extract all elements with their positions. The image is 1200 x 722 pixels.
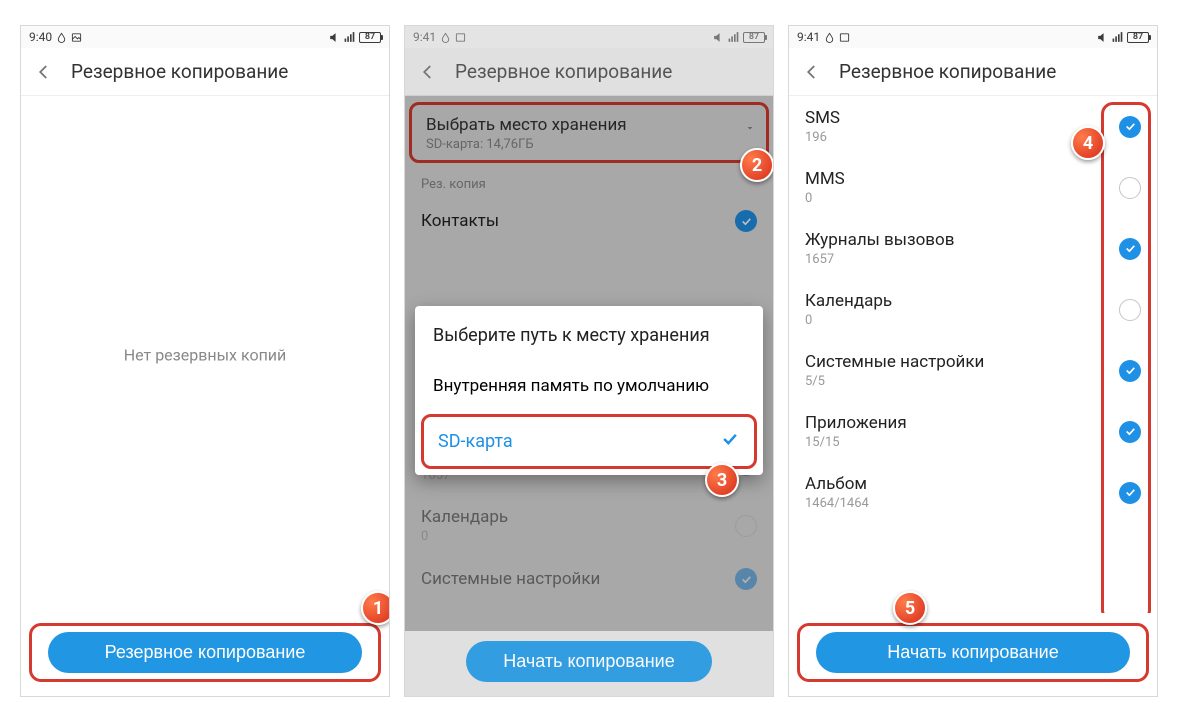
list-item[interactable]: Календарь 0 — [789, 279, 1157, 340]
picture-icon — [839, 32, 850, 43]
back-icon[interactable] — [35, 63, 53, 81]
backup-items-list: SMS 196 MMS 0 Журналы вызовов 1657 Календарь 0 С… — [789, 96, 1157, 613]
list-item[interactable]: MMS 0 — [789, 157, 1157, 218]
item-count: 1464/1464 — [805, 496, 869, 511]
signal-icon — [1111, 31, 1125, 44]
checkbox-on-icon[interactable] — [1119, 482, 1141, 504]
picture-icon — [71, 32, 82, 43]
phone-screen-3: 9:41 87 Резервное копирование 4 SMS 196 MM… — [788, 25, 1158, 697]
checkbox-off-icon[interactable] — [1119, 177, 1141, 199]
status-bar: 9:41 87 — [789, 26, 1157, 48]
back-icon[interactable] — [803, 63, 821, 81]
list-item[interactable]: Альбом 1464/1464 — [789, 462, 1157, 523]
item-count: 1657 — [805, 252, 954, 267]
page-title: Резервное копирование — [455, 60, 672, 83]
checkbox-on-icon[interactable] — [1119, 421, 1141, 443]
highlight-box: Начать копирование — [797, 623, 1149, 682]
item-label: Альбом — [805, 474, 869, 494]
phone-screen-1: 9:40 87 Резервное копирование Нет резерв… — [20, 25, 390, 697]
status-time: 9:41 — [797, 30, 820, 44]
page-title: Резервное копирование — [839, 60, 1056, 83]
step-badge-2: 2 — [740, 148, 773, 182]
storage-dialog: Выберите путь к месту хранения Внутрення… — [415, 306, 763, 475]
item-label: Журналы вызовов — [805, 230, 954, 250]
list-item[interactable]: Приложения 15/15 — [789, 401, 1157, 462]
battery-icon: 87 — [1127, 32, 1149, 43]
empty-state-text: Нет резервных копий — [124, 345, 287, 364]
volume-icon — [712, 31, 725, 44]
step-badge-1: 1 — [361, 591, 390, 625]
back-icon[interactable] — [419, 63, 437, 81]
list-item[interactable]: Системные настройки 5/5 — [789, 340, 1157, 401]
item-count: 15/15 — [805, 435, 907, 450]
screen-body: Выбрать место хранения SD-карта: 14,76ГБ… — [405, 96, 773, 631]
signal-icon — [727, 31, 741, 44]
app-header: Резервное копирование — [21, 48, 389, 96]
signal-icon — [343, 31, 357, 44]
item-count: 196 — [805, 130, 840, 145]
list-item[interactable]: Журналы вызовов 1657 — [789, 218, 1157, 279]
battery-icon: 87 — [743, 32, 765, 43]
app-header: Резервное копирование — [405, 48, 773, 96]
status-time: 9:40 — [29, 30, 52, 44]
status-bar: 9:41 87 — [405, 26, 773, 48]
highlight-box: Резервное копирование — [29, 623, 381, 682]
drop-icon — [56, 32, 67, 43]
check-icon — [720, 429, 740, 454]
checkbox-on-icon[interactable] — [1119, 238, 1141, 260]
start-copy-button[interactable]: Начать копирование — [466, 641, 712, 682]
picture-icon — [455, 32, 466, 43]
item-label: Системные настройки — [805, 352, 984, 372]
item-count: 0 — [805, 191, 845, 206]
sdcard-label: SD-карта — [438, 431, 513, 452]
item-count: 5/5 — [805, 374, 984, 389]
volume-icon — [328, 31, 341, 44]
footer: Резервное копирование 1 — [21, 613, 389, 696]
checkbox-off-icon[interactable] — [1119, 299, 1141, 321]
screen-body: 4 SMS 196 MMS 0 Журналы вызовов 1657 Календарь… — [789, 96, 1157, 613]
status-bar: 9:40 87 — [21, 26, 389, 48]
step-badge-5: 5 — [893, 591, 927, 625]
item-count: 0 — [805, 313, 892, 328]
drop-icon — [824, 32, 835, 43]
item-label: Календарь — [805, 291, 892, 311]
footer: Начать копирование — [405, 631, 773, 696]
phone-screen-2: 9:41 87 Резервное копирование Выбрать ме… — [404, 25, 774, 697]
dialog-title: Выберите путь к месту хранения — [415, 324, 763, 362]
footer: Начать копирование 5 — [789, 613, 1157, 696]
screen-body: Нет резервных копий — [21, 96, 389, 613]
item-label: Приложения — [805, 413, 907, 433]
status-time: 9:41 — [413, 30, 436, 44]
drop-icon — [440, 32, 451, 43]
step-badge-4: 4 — [1071, 126, 1105, 160]
volume-icon — [1096, 31, 1109, 44]
app-header: Резервное копирование — [789, 48, 1157, 96]
checkbox-on-icon[interactable] — [1119, 360, 1141, 382]
page-title: Резервное копирование — [71, 60, 288, 83]
battery-icon: 87 — [359, 32, 381, 43]
backup-button[interactable]: Резервное копирование — [48, 632, 362, 673]
checkbox-on-icon[interactable] — [1119, 116, 1141, 138]
item-label: SMS — [805, 108, 840, 128]
dialog-option-sdcard[interactable]: SD-карта 3 — [421, 414, 757, 469]
start-copy-button[interactable]: Начать копирование — [816, 632, 1130, 673]
dialog-option-internal[interactable]: Внутренняя память по умолчанию — [415, 362, 763, 410]
item-label: MMS — [805, 169, 845, 189]
